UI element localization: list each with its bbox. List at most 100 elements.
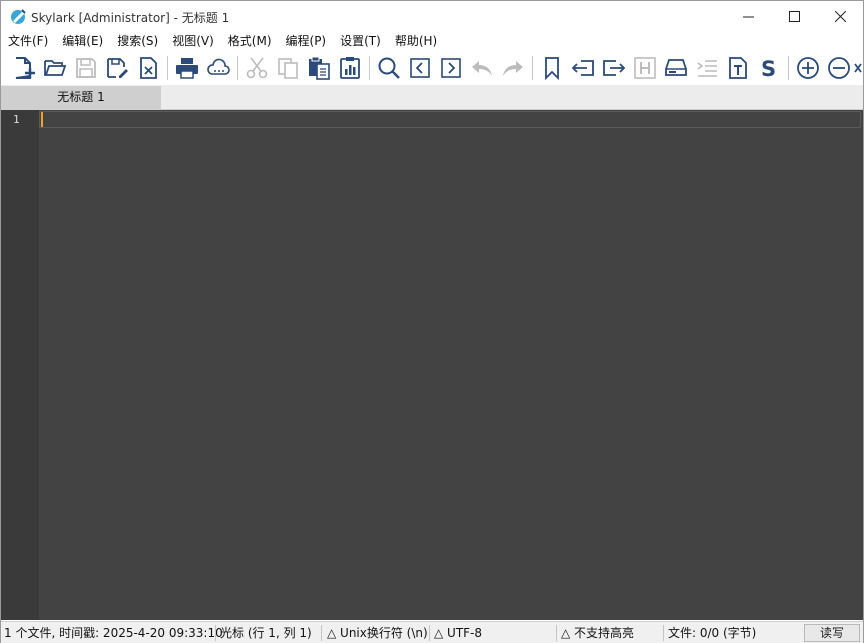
toolbar-separator: [369, 56, 370, 80]
text-doc-button[interactable]: [724, 54, 752, 82]
zoom-in-button[interactable]: [794, 54, 822, 82]
cloud-button[interactable]: [204, 54, 232, 82]
status-files: 1 个文件, 时间戳: 2025-4-20 09:33:10: [4, 626, 223, 640]
redo-icon: [503, 61, 523, 76]
toolbar-separator: [167, 56, 168, 80]
text-doc-icon: [729, 57, 747, 79]
clipboard-icon: [340, 57, 360, 79]
bookmark-button[interactable]: [538, 54, 566, 82]
status-bar: 1 个文件, 时间戳: 2025-4-20 09:33:10 光标 (行 1, …: [1, 621, 863, 643]
open-folder-icon: [44, 60, 67, 76]
cloud-icon: [207, 58, 230, 75]
paste-icon: [309, 56, 330, 80]
status-eol[interactable]: △ Unix换行符 (\n): [324, 622, 428, 643]
toolbar: S: [1, 51, 863, 85]
clipboard-button[interactable]: [336, 54, 364, 82]
minimize-button[interactable]: [725, 1, 771, 32]
status-separator: [215, 625, 216, 641]
new-file-button[interactable]: [10, 54, 38, 82]
status-highlight[interactable]: △ 不支持高亮: [558, 622, 634, 643]
toolbar-separator: [532, 56, 533, 80]
new-file-icon: [15, 57, 35, 79]
list-indent-icon: [697, 60, 717, 77]
drive-button[interactable]: [662, 54, 690, 82]
menu-edit[interactable]: 编辑(E): [55, 32, 110, 51]
find-next-button[interactable]: [437, 54, 465, 82]
cut-icon: [246, 57, 268, 79]
copy-button[interactable]: [274, 54, 302, 82]
read-write-mode-button[interactable]: 读写: [804, 624, 860, 642]
save-icon: [76, 58, 96, 78]
paste-button[interactable]: [305, 54, 333, 82]
save-as-icon: [107, 58, 128, 78]
status-separator: [321, 625, 322, 641]
app-window: Skylark [Administrator] - 无标题 1 文件(F) 编辑…: [0, 0, 864, 643]
close-button[interactable]: [817, 1, 863, 32]
status-size: 文件: 0/0 (字节): [668, 626, 757, 640]
undo-icon: [472, 61, 492, 76]
minimize-icon: [742, 16, 754, 18]
find-prev-button[interactable]: [406, 54, 434, 82]
search-icon: [378, 57, 400, 79]
menu-file[interactable]: 文件(F): [1, 32, 55, 51]
tab-bar: 无标题 1: [1, 85, 863, 110]
indent-button[interactable]: [600, 54, 628, 82]
line-number: 1: [13, 113, 20, 126]
menu-format[interactable]: 格式(M): [221, 32, 279, 51]
save-as-button[interactable]: [103, 54, 131, 82]
line-number-gutter: 1: [1, 110, 39, 620]
text-caret: [41, 112, 43, 127]
toolbar-overflow-button[interactable]: [853, 54, 863, 82]
zoom-out-icon: [828, 57, 850, 79]
tab-untitled-1[interactable]: 无标题 1: [1, 86, 161, 109]
close-file-button[interactable]: [134, 54, 162, 82]
header-icon: [634, 57, 656, 79]
open-file-button[interactable]: [41, 54, 69, 82]
overflow-icon: [854, 63, 862, 73]
undo-button[interactable]: [468, 54, 496, 82]
redo-button[interactable]: [499, 54, 527, 82]
zoom-in-icon: [797, 57, 819, 79]
close-icon: [834, 11, 846, 22]
indent-right-icon: [603, 60, 626, 76]
menu-program[interactable]: 编程(P): [279, 32, 334, 51]
svg-text:S: S: [761, 57, 776, 80]
maximize-icon: [788, 11, 800, 22]
menu-search[interactable]: 搜索(S): [110, 32, 165, 51]
next-icon: [441, 58, 461, 78]
zoom-out-button[interactable]: [825, 54, 853, 82]
indent-left-icon: [571, 60, 594, 76]
copy-icon: [278, 58, 298, 79]
status-separator: [663, 625, 664, 641]
script-s-icon: S: [761, 57, 776, 80]
prev-icon: [410, 58, 430, 78]
close-file-icon: [140, 57, 157, 79]
current-line-highlight: [39, 111, 861, 128]
menu-view[interactable]: 视图(V): [165, 32, 221, 51]
print-button[interactable]: [173, 54, 201, 82]
status-separator: [556, 625, 557, 641]
menu-bar: 文件(F) 编辑(E) 搜索(S) 视图(V) 格式(M) 编程(P) 设置(T…: [1, 32, 863, 51]
header-button[interactable]: [631, 54, 659, 82]
status-cursor: 光标 (行 1, 列 1): [220, 626, 312, 640]
toolbar-separator: [788, 56, 789, 80]
list-indent-button[interactable]: [693, 54, 721, 82]
menu-help[interactable]: 帮助(H): [388, 32, 444, 51]
status-separator: [429, 625, 430, 641]
menu-settings[interactable]: 设置(T): [333, 32, 388, 51]
status-encoding[interactable]: △ UTF-8: [431, 622, 482, 643]
print-icon: [176, 58, 198, 79]
skylark-app-icon: [11, 9, 26, 24]
search-button[interactable]: [375, 54, 403, 82]
cut-button[interactable]: [243, 54, 271, 82]
bookmark-icon: [545, 57, 559, 80]
unindent-button[interactable]: [569, 54, 597, 82]
window-title: Skylark [Administrator] - 无标题 1: [31, 11, 230, 25]
editor-area[interactable]: 1: [1, 110, 863, 620]
drive-icon: [665, 59, 687, 76]
title-bar: Skylark [Administrator] - 无标题 1: [1, 1, 863, 32]
save-button[interactable]: [72, 54, 100, 82]
script-button[interactable]: S: [755, 54, 783, 82]
maximize-button[interactable]: [771, 1, 817, 32]
toolbar-separator: [237, 56, 238, 80]
